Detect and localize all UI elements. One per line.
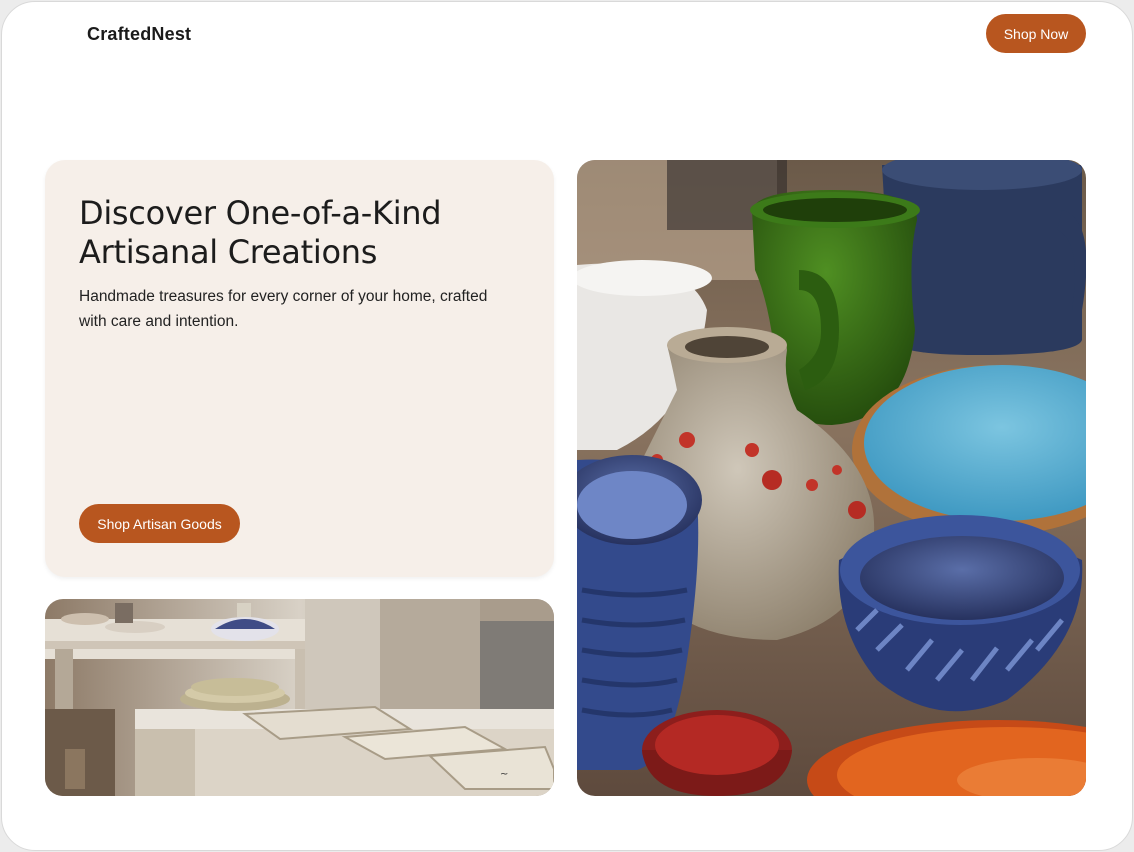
hero-card: Discover One-of-a-Kind Artisanal Creatio… (45, 160, 554, 577)
svg-text:~: ~ (500, 769, 508, 780)
market-stall-image: ~ (45, 599, 554, 796)
page-frame: CraftedNest Shop Now Discover One-of-a-K… (1, 1, 1133, 851)
shop-artisan-goods-button[interactable]: Shop Artisan Goods (79, 504, 240, 543)
hero-title: Discover One-of-a-Kind Artisanal Creatio… (79, 194, 442, 271)
shop-now-button[interactable]: Shop Now (986, 14, 1086, 53)
pottery-collection-image (577, 160, 1086, 796)
brand-logo[interactable]: CraftedNest (87, 24, 191, 45)
hero-subtitle: Handmade treasures for every corner of y… (79, 288, 488, 330)
